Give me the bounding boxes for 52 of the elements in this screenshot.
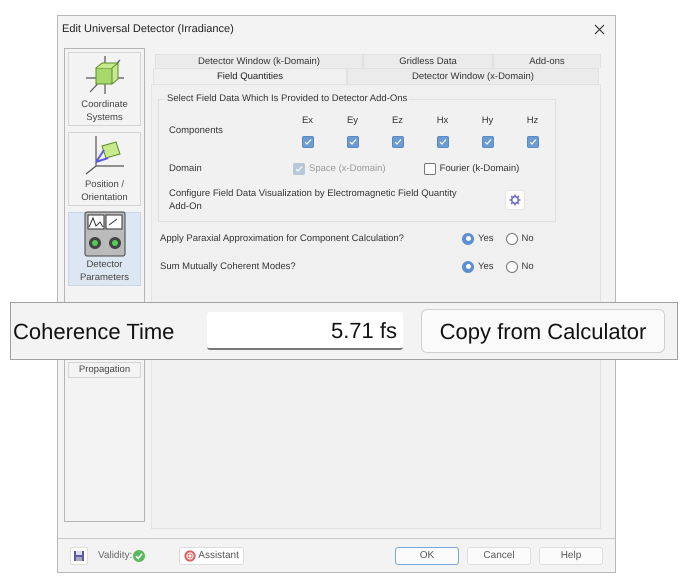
radio-label: Yes	[478, 232, 494, 246]
validity-label: Validity:	[98, 549, 132, 563]
tab[interactable]: Field Quantities	[153, 68, 347, 84]
checkbox[interactable]	[526, 136, 538, 148]
checkbox[interactable]	[436, 136, 448, 148]
question-text: Apply Paraxial Approximation for Component Calculation?	[160, 232, 405, 246]
sidebar-item[interactable]: Coordinate Systems	[68, 52, 141, 126]
lifebuoy-icon	[184, 550, 196, 562]
sidebar-item[interactable]: Propagation	[68, 362, 141, 378]
settings-icon	[509, 194, 521, 206]
column-label: Ex	[302, 114, 314, 128]
tab[interactable]: Detector Window (k-Domain)	[155, 54, 363, 68]
radio-label: Yes	[478, 260, 494, 274]
dialog-button[interactable]: Help	[539, 546, 603, 564]
column-label: Hx	[436, 114, 448, 128]
column-label: Hz	[526, 114, 538, 128]
description-text: Configure Field Data Visualization by Electromagnetic Field Quantity Add-On	[169, 186, 458, 212]
radio-button[interactable]	[506, 232, 518, 245]
save-button[interactable]	[70, 546, 88, 564]
check-icon	[133, 550, 146, 562]
assistant-button[interactable]: Assistant	[179, 546, 244, 564]
checkbox[interactable]	[346, 136, 358, 148]
column-label: Ey	[346, 114, 358, 128]
checkbox[interactable]	[482, 136, 494, 148]
window-title: Edit Universal Detector (Irradiance)	[62, 22, 234, 37]
tab[interactable]: Gridless Data	[363, 54, 493, 68]
sidebar-item[interactable]: Position / Orientation	[68, 132, 141, 206]
dialog-button[interactable]: OK	[395, 546, 459, 564]
radio-button[interactable]	[462, 260, 474, 273]
checkbox[interactable]	[302, 136, 314, 148]
radio-button[interactable]	[506, 260, 518, 273]
field-label: Coherence Time	[13, 318, 176, 346]
input-field[interactable]: 5.71 fs	[207, 312, 403, 350]
column-label: Hy	[482, 114, 494, 128]
checkbox[interactable]	[424, 163, 436, 176]
checkbox-label: Fourier (k-Domain)	[440, 162, 520, 176]
field-label: Domain	[169, 162, 203, 176]
settings-button[interactable]	[505, 190, 525, 210]
question-text: Sum Mutually Coherent Modes?	[160, 260, 297, 274]
field-label: Components	[169, 124, 224, 138]
sidebar-item[interactable]: Detector Parameters	[68, 212, 141, 286]
radio-label: No	[522, 260, 534, 274]
copy-from-calculator-button[interactable]: Copy from Calculator	[421, 309, 665, 353]
checkbox-label: Space (x-Domain)	[309, 162, 386, 176]
close-icon	[594, 24, 604, 34]
checkbox[interactable]	[392, 136, 404, 148]
dialog-button[interactable]: Cancel	[467, 546, 531, 564]
radio-label: No	[522, 232, 534, 246]
column-label: Ez	[392, 114, 404, 128]
tab[interactable]: Detector Window (x-Domain)	[347, 68, 599, 84]
tab[interactable]: Add-ons	[493, 54, 601, 68]
radio-button[interactable]	[462, 232, 474, 245]
